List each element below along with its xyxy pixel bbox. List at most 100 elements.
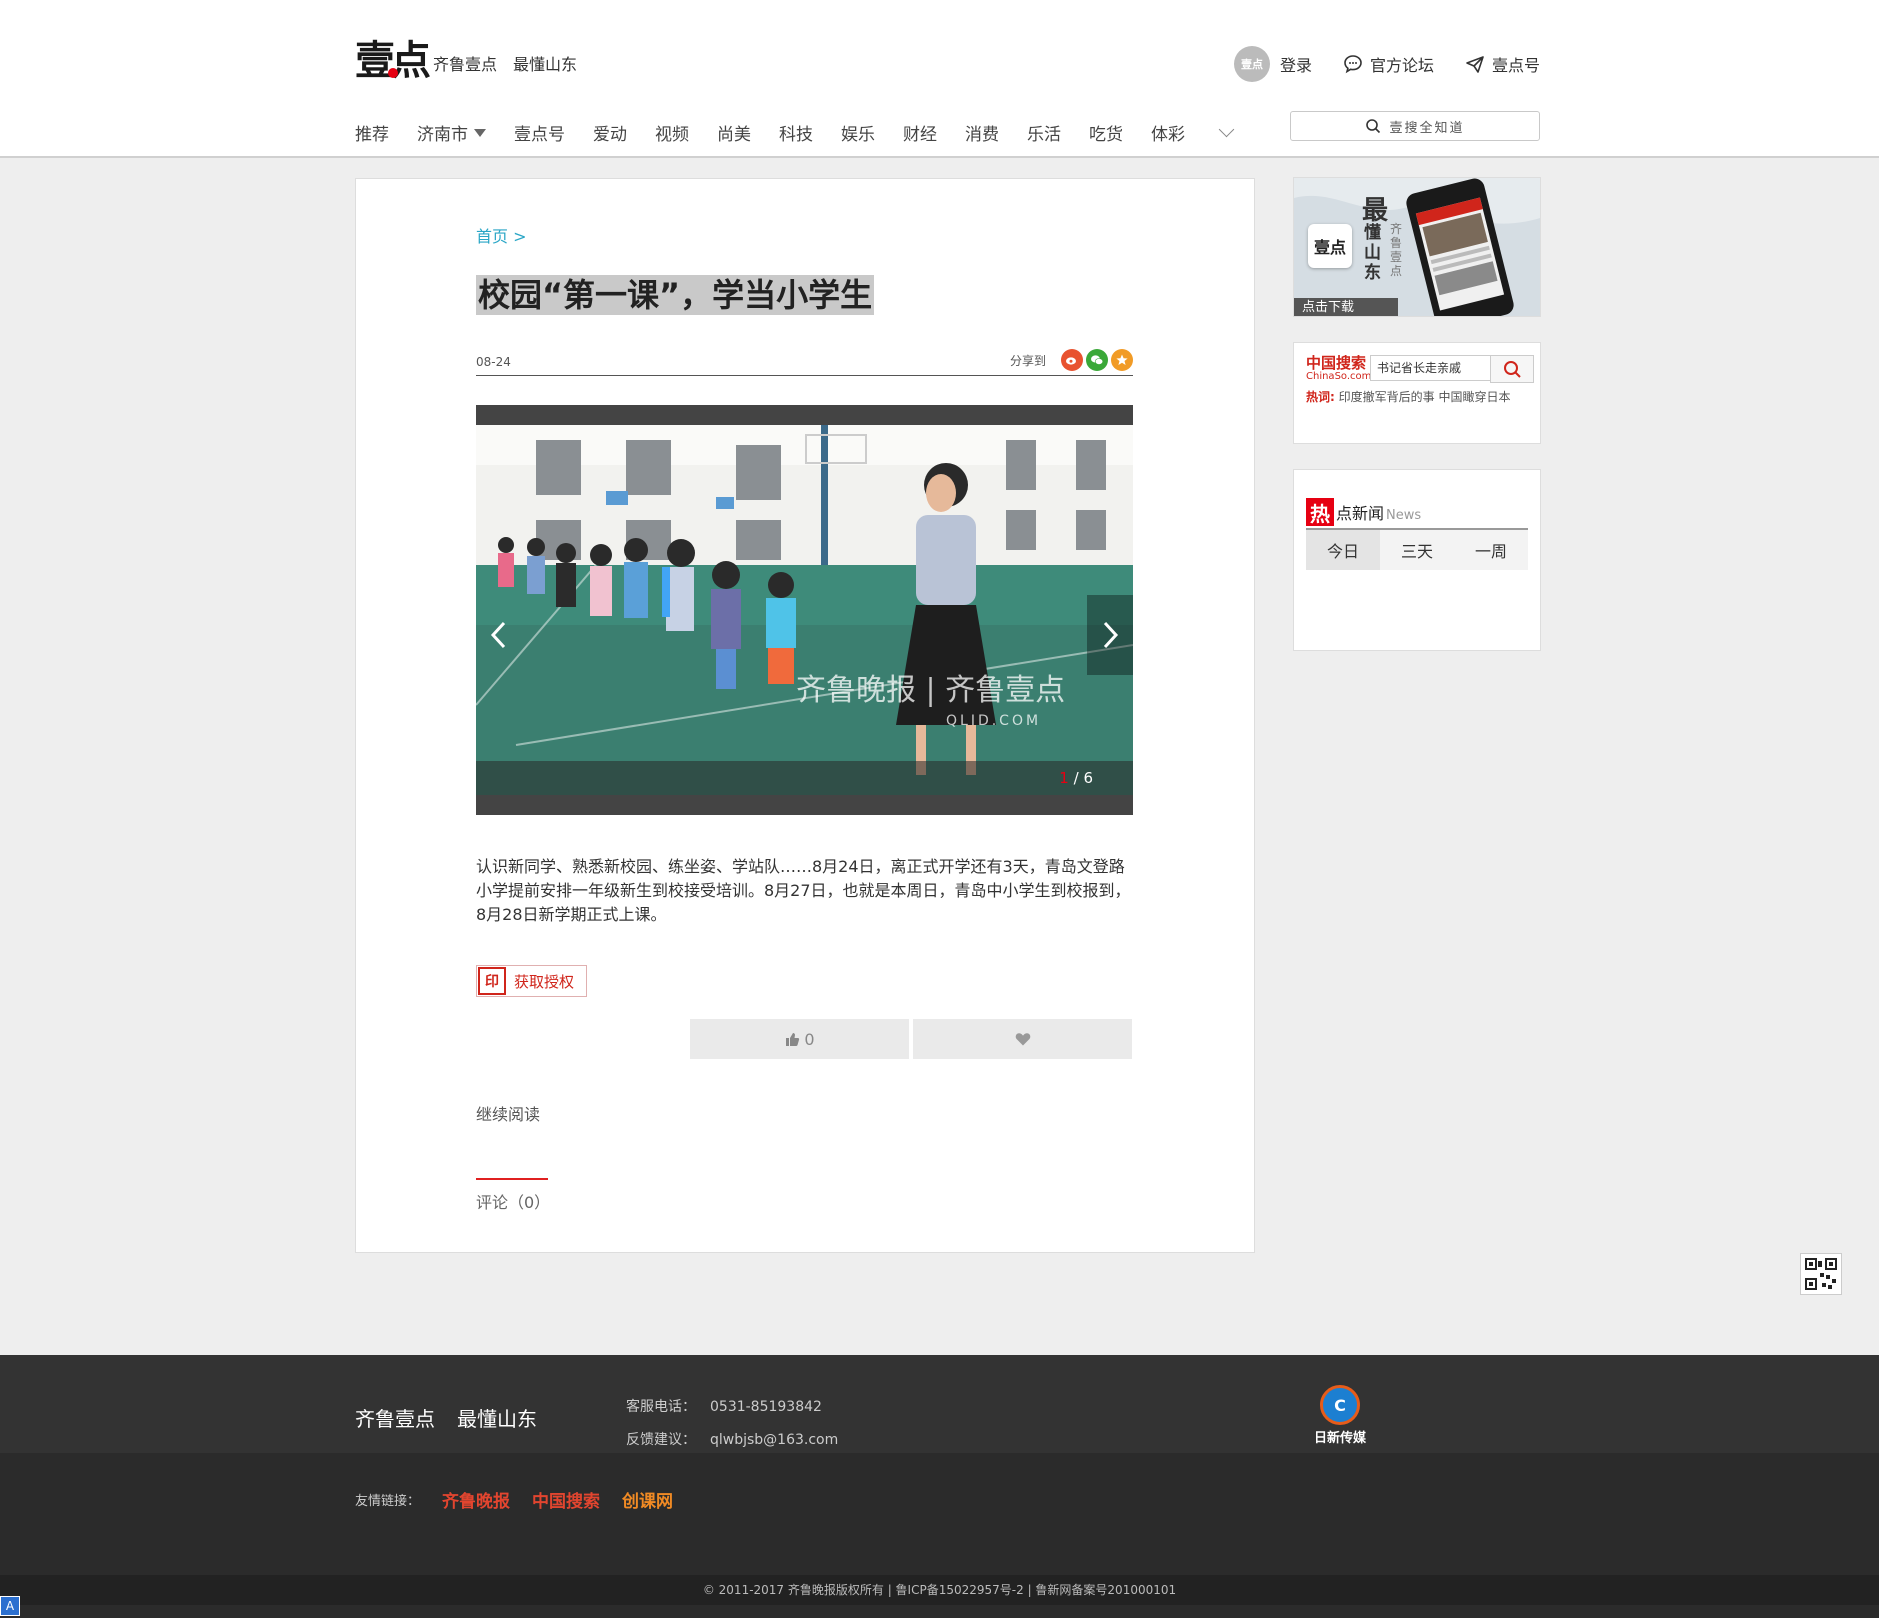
- footer-brand-part: 最懂山东: [457, 1407, 537, 1431]
- chinaso-logo-cn: 中国搜索: [1306, 354, 1367, 372]
- footer-brand-part: 齐鲁壹点: [355, 1407, 435, 1431]
- gallery-total: / 6: [1073, 769, 1093, 787]
- slogan-part: 齐鲁壹点: [433, 55, 498, 74]
- tab-week[interactable]: 一周: [1454, 530, 1528, 570]
- share-label: 分享到: [1009, 353, 1046, 368]
- friend-links-label: 友情链接：: [355, 1494, 421, 1509]
- search-icon: [1504, 361, 1521, 378]
- nav-item-finance[interactable]: 财经: [903, 120, 937, 145]
- footer-top: [0, 1355, 1879, 1453]
- caret-down-icon: [474, 128, 486, 137]
- hot-words-links[interactable]: 印度撤军背后的事 中国瞰穿日本: [1339, 390, 1511, 404]
- gallery-next-button[interactable]: [1087, 595, 1133, 675]
- comments-tab[interactable]: 评论（0）: [476, 1189, 550, 1213]
- qzone-star-icon[interactable]: [1111, 349, 1133, 371]
- gallery-counter: 1 / 6: [1059, 769, 1093, 787]
- app-icon: 壹点: [1308, 224, 1352, 268]
- slogan-part: 最懂山东: [513, 55, 578, 74]
- nav-item-lottery[interactable]: 体彩: [1151, 120, 1185, 145]
- chinaso-logo[interactable]: 中国搜索 ChinaSo.com: [1306, 355, 1371, 382]
- gallery-watermark-sub: QLID.COM: [946, 713, 1041, 729]
- paper-plane-icon: [1466, 56, 1484, 73]
- chevron-right-icon: [1103, 621, 1119, 649]
- feedback-email[interactable]: qlwbjsb@163.com: [710, 1432, 838, 1448]
- wechat-icon[interactable]: [1086, 349, 1108, 371]
- account-link[interactable]: 壹点号: [1464, 52, 1540, 76]
- hot-news-title: 点新闻: [1336, 504, 1385, 523]
- school-photo-illustration: 齐鲁晚报 | 齐鲁壹点 QLID.COM: [476, 425, 1133, 795]
- search-icon: [1366, 119, 1381, 134]
- nav-item-city[interactable]: 济南市: [417, 120, 486, 145]
- nav-item-beauty[interactable]: 尚美: [717, 120, 751, 145]
- photo-gallery: 齐鲁晚报 | 齐鲁壹点 QLID.COM 1 / 6: [476, 405, 1133, 815]
- friend-links: 友情链接： 齐鲁晚报 中国搜索 创课网: [355, 1487, 673, 1512]
- search-placeholder: 壹搜全知道: [1389, 120, 1465, 136]
- like-count: 0: [804, 1029, 815, 1049]
- nav-more[interactable]: [1213, 120, 1235, 145]
- friend-link-chinaso[interactable]: 中国搜索: [532, 1487, 600, 1512]
- phone-screen: [1415, 197, 1505, 311]
- tab-three-days[interactable]: 三天: [1380, 530, 1454, 570]
- continue-reading-link[interactable]: 继续阅读: [476, 1101, 540, 1125]
- gallery-current: 1: [1059, 769, 1069, 787]
- copyright: © 2011-2017 齐鲁晚报版权所有 | 鲁ICP备15022957号-2 …: [0, 1575, 1879, 1605]
- gallery-watermark: 齐鲁晚报 | 齐鲁壹点: [796, 673, 1065, 708]
- app-ad-headline: 最: [1362, 196, 1389, 226]
- nav-item-video[interactable]: 视频: [655, 120, 689, 145]
- like-button[interactable]: 0: [690, 1019, 909, 1059]
- get-license-label: 获取授权: [514, 972, 575, 991]
- nav-item-life[interactable]: 乐活: [1027, 120, 1061, 145]
- taskbar-app-icon[interactable]: A: [0, 1596, 20, 1616]
- chinaso-hot-words: 热词: 印度撤军背后的事 中国瞰穿日本: [1306, 388, 1510, 405]
- nav-item-account[interactable]: 壹点号: [514, 120, 565, 145]
- forum-link[interactable]: 官方论坛: [1342, 52, 1434, 76]
- hot-news-widget: 热 点新闻 News 今日 三天 一周: [1293, 469, 1541, 651]
- download-label: 点击下载: [1294, 298, 1398, 316]
- site-slogan: 齐鲁壹点 最懂山东: [433, 51, 593, 75]
- tab-today[interactable]: 今日: [1306, 530, 1380, 570]
- forum-label: 官方论坛: [1369, 56, 1434, 75]
- nav-item-ent[interactable]: 娱乐: [841, 120, 875, 145]
- publish-date: 08-24: [476, 355, 511, 369]
- hot-news-tabs: 今日 三天 一周: [1306, 530, 1528, 570]
- app-download-ad[interactable]: 壹点 最 懂山东 齐鲁壹点 点击下载: [1293, 177, 1541, 317]
- favorite-button[interactable]: [913, 1019, 1132, 1059]
- friend-link-chuangke[interactable]: 创课网: [622, 1487, 673, 1512]
- site-search-input[interactable]: 壹搜全知道: [1290, 111, 1540, 141]
- weibo-icon[interactable]: [1061, 349, 1083, 371]
- article-body: 认识新同学、熟悉新校园、练坐姿、学站队……8月24日，离正式开学还有3天，青岛文…: [476, 857, 1131, 924]
- breadcrumb[interactable]: 首页 >: [476, 223, 527, 247]
- nav-item-consume[interactable]: 消费: [965, 120, 999, 145]
- nav-item-recommend[interactable]: 推荐: [355, 120, 389, 145]
- partner-logo[interactable]: C 日新传媒: [1310, 1385, 1370, 1446]
- friend-link-qlwb[interactable]: 齐鲁晚报: [442, 1487, 510, 1512]
- hot-news-en: News: [1386, 508, 1422, 523]
- chinaso-search-input[interactable]: 书记省长走亲戚: [1370, 355, 1492, 381]
- main-nav: 推荐 济南市 壹点号 爱动 视频 尚美 科技 娱乐 财经 消费 乐活 吃货 体彩: [355, 120, 1260, 145]
- phone-label: 客服电话：: [626, 1399, 696, 1415]
- nav-item-sports[interactable]: 爱动: [593, 120, 627, 145]
- avatar: 壹点: [1233, 46, 1270, 82]
- thumbs-up-icon: [786, 1033, 800, 1046]
- app-ad-vertical: 懂山东: [1364, 223, 1381, 283]
- footer-contact: 客服电话： 0531-85193842 反馈建议： qlwbjsb@163.com: [626, 1391, 838, 1457]
- qr-code-button[interactable]: [1800, 1253, 1842, 1295]
- chinaso-search-button[interactable]: [1490, 355, 1534, 383]
- logo-dot: [388, 68, 398, 78]
- hot-news-header: 热 点新闻 News: [1306, 496, 1528, 530]
- page-title: 校园“第一课”，学当小学生: [476, 275, 875, 315]
- stamp-icon: 印: [478, 967, 506, 995]
- gallery-prev-button[interactable]: [476, 595, 522, 675]
- nav-item-food[interactable]: 吃货: [1089, 120, 1123, 145]
- chevron-left-icon: [490, 621, 506, 649]
- nav-item-tech[interactable]: 科技: [779, 120, 813, 145]
- hot-badge: 热: [1306, 498, 1334, 526]
- feedback-label: 反馈建议：: [626, 1432, 696, 1448]
- login-link[interactable]: 壹点 登录: [1233, 46, 1312, 82]
- chinaso-logo-en: ChinaSo.com: [1306, 371, 1372, 382]
- get-license-button[interactable]: 印 获取授权: [476, 965, 587, 997]
- nav-city-label: 济南市: [417, 125, 468, 145]
- share-bar: 分享到: [1010, 349, 1133, 371]
- site-logo[interactable]: 壹点: [355, 38, 431, 84]
- heart-icon: [1015, 1033, 1030, 1046]
